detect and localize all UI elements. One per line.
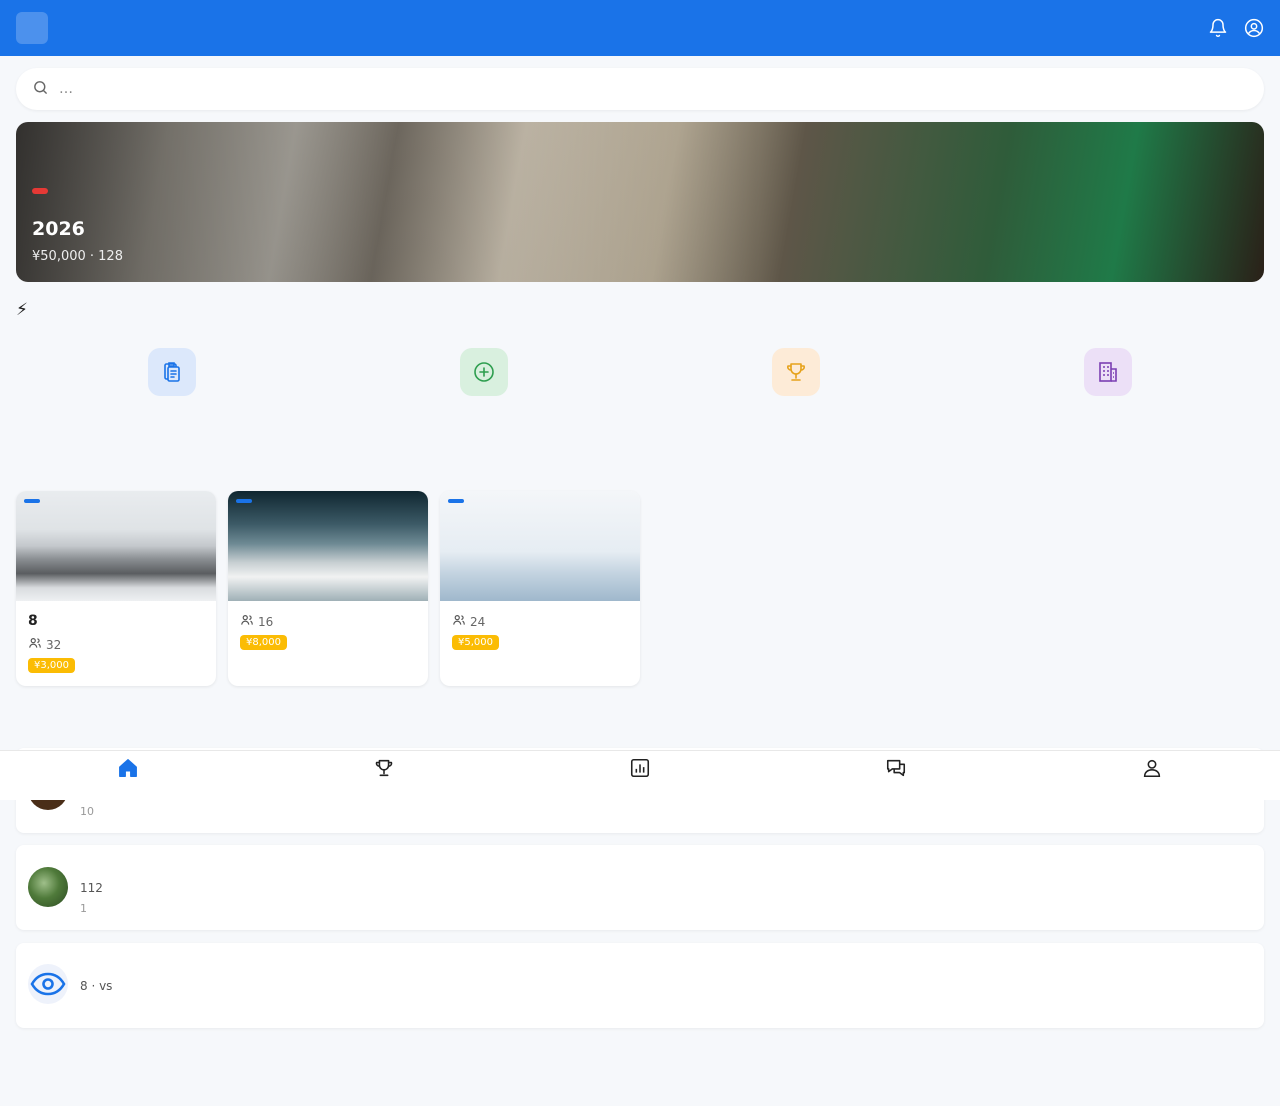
nav-item-profile[interactable]: [1024, 751, 1280, 800]
card-image: [440, 491, 640, 601]
card-badge: [448, 499, 464, 503]
nav-item-home[interactable]: [0, 751, 256, 800]
nav-item-competitions[interactable]: [256, 751, 512, 800]
activity-desc: 8 · vs: [80, 979, 113, 993]
search-bar: [16, 68, 1264, 110]
avatar: [28, 867, 68, 907]
card-title: 8: [28, 613, 38, 629]
quick-actions-header: ⚡: [16, 300, 1264, 320]
user-icon: [1141, 757, 1163, 783]
card-image: [228, 491, 428, 601]
search-input[interactable]: [59, 81, 1248, 97]
eye-icon: [28, 964, 68, 1004]
app-logo[interactable]: [16, 12, 48, 44]
users-icon: [240, 613, 254, 630]
card-prize: ¥3,000: [28, 658, 75, 673]
competition-card[interactable]: 16 ¥8,000: [228, 491, 428, 686]
quick-action-item[interactable]: [16, 348, 328, 405]
card-participants: 16: [240, 613, 428, 630]
banner-subtitle: ¥50,000 · 128: [32, 249, 123, 264]
banner-tag: [32, 188, 48, 194]
competition-card[interactable]: 24 ¥5,000: [440, 491, 640, 686]
competition-card[interactable]: 8 32 ¥3,000: [16, 491, 216, 686]
building-icon: [1084, 348, 1132, 396]
user-circle-icon[interactable]: [1244, 18, 1264, 38]
quick-action-item[interactable]: [640, 348, 952, 405]
bell-icon[interactable]: [1208, 18, 1228, 38]
activity-item[interactable]: 112 1: [16, 845, 1264, 930]
card-badge: [24, 499, 40, 503]
home-icon: [117, 757, 139, 783]
card-prize: ¥8,000: [240, 635, 287, 650]
activity-time: 1: [80, 902, 87, 915]
hero-banner[interactable]: 2026 ¥50,000 · 128: [16, 122, 1264, 282]
activity-item[interactable]: 8 · vs: [16, 943, 1264, 1028]
users-icon: [452, 613, 466, 630]
quick-action-item[interactable]: [952, 348, 1264, 405]
featured-cards: 8 32 ¥3,000 16 ¥8,000 24 ¥5,000: [16, 491, 640, 686]
clipboard-icon: [148, 348, 196, 396]
nav-item-stats[interactable]: [512, 751, 768, 800]
card-image: [16, 491, 216, 601]
trophy-icon: [373, 757, 395, 783]
card-prize: ¥5,000: [452, 635, 499, 650]
search-icon: [32, 79, 49, 100]
chat-icon: [885, 757, 907, 783]
plus-circle-icon: [460, 348, 508, 396]
quick-action-item[interactable]: [328, 348, 640, 405]
banner-title: 2026: [32, 218, 85, 240]
activity-time: 10: [80, 805, 94, 818]
bar-chart-icon: [629, 757, 651, 783]
users-icon: [28, 636, 42, 653]
section-title-quick-actions: ⚡: [16, 300, 28, 320]
top-actions: [1208, 18, 1264, 38]
quick-actions: [16, 348, 1264, 405]
top-app-bar: [0, 0, 1280, 56]
card-badge: [236, 499, 252, 503]
card-participants: 24: [452, 613, 640, 630]
nav-item-messages[interactable]: [768, 751, 1024, 800]
activity-desc: 112: [80, 881, 103, 895]
bottom-navigation: [0, 750, 1280, 800]
card-participants: 32: [28, 636, 216, 653]
trophy-icon: [772, 348, 820, 396]
